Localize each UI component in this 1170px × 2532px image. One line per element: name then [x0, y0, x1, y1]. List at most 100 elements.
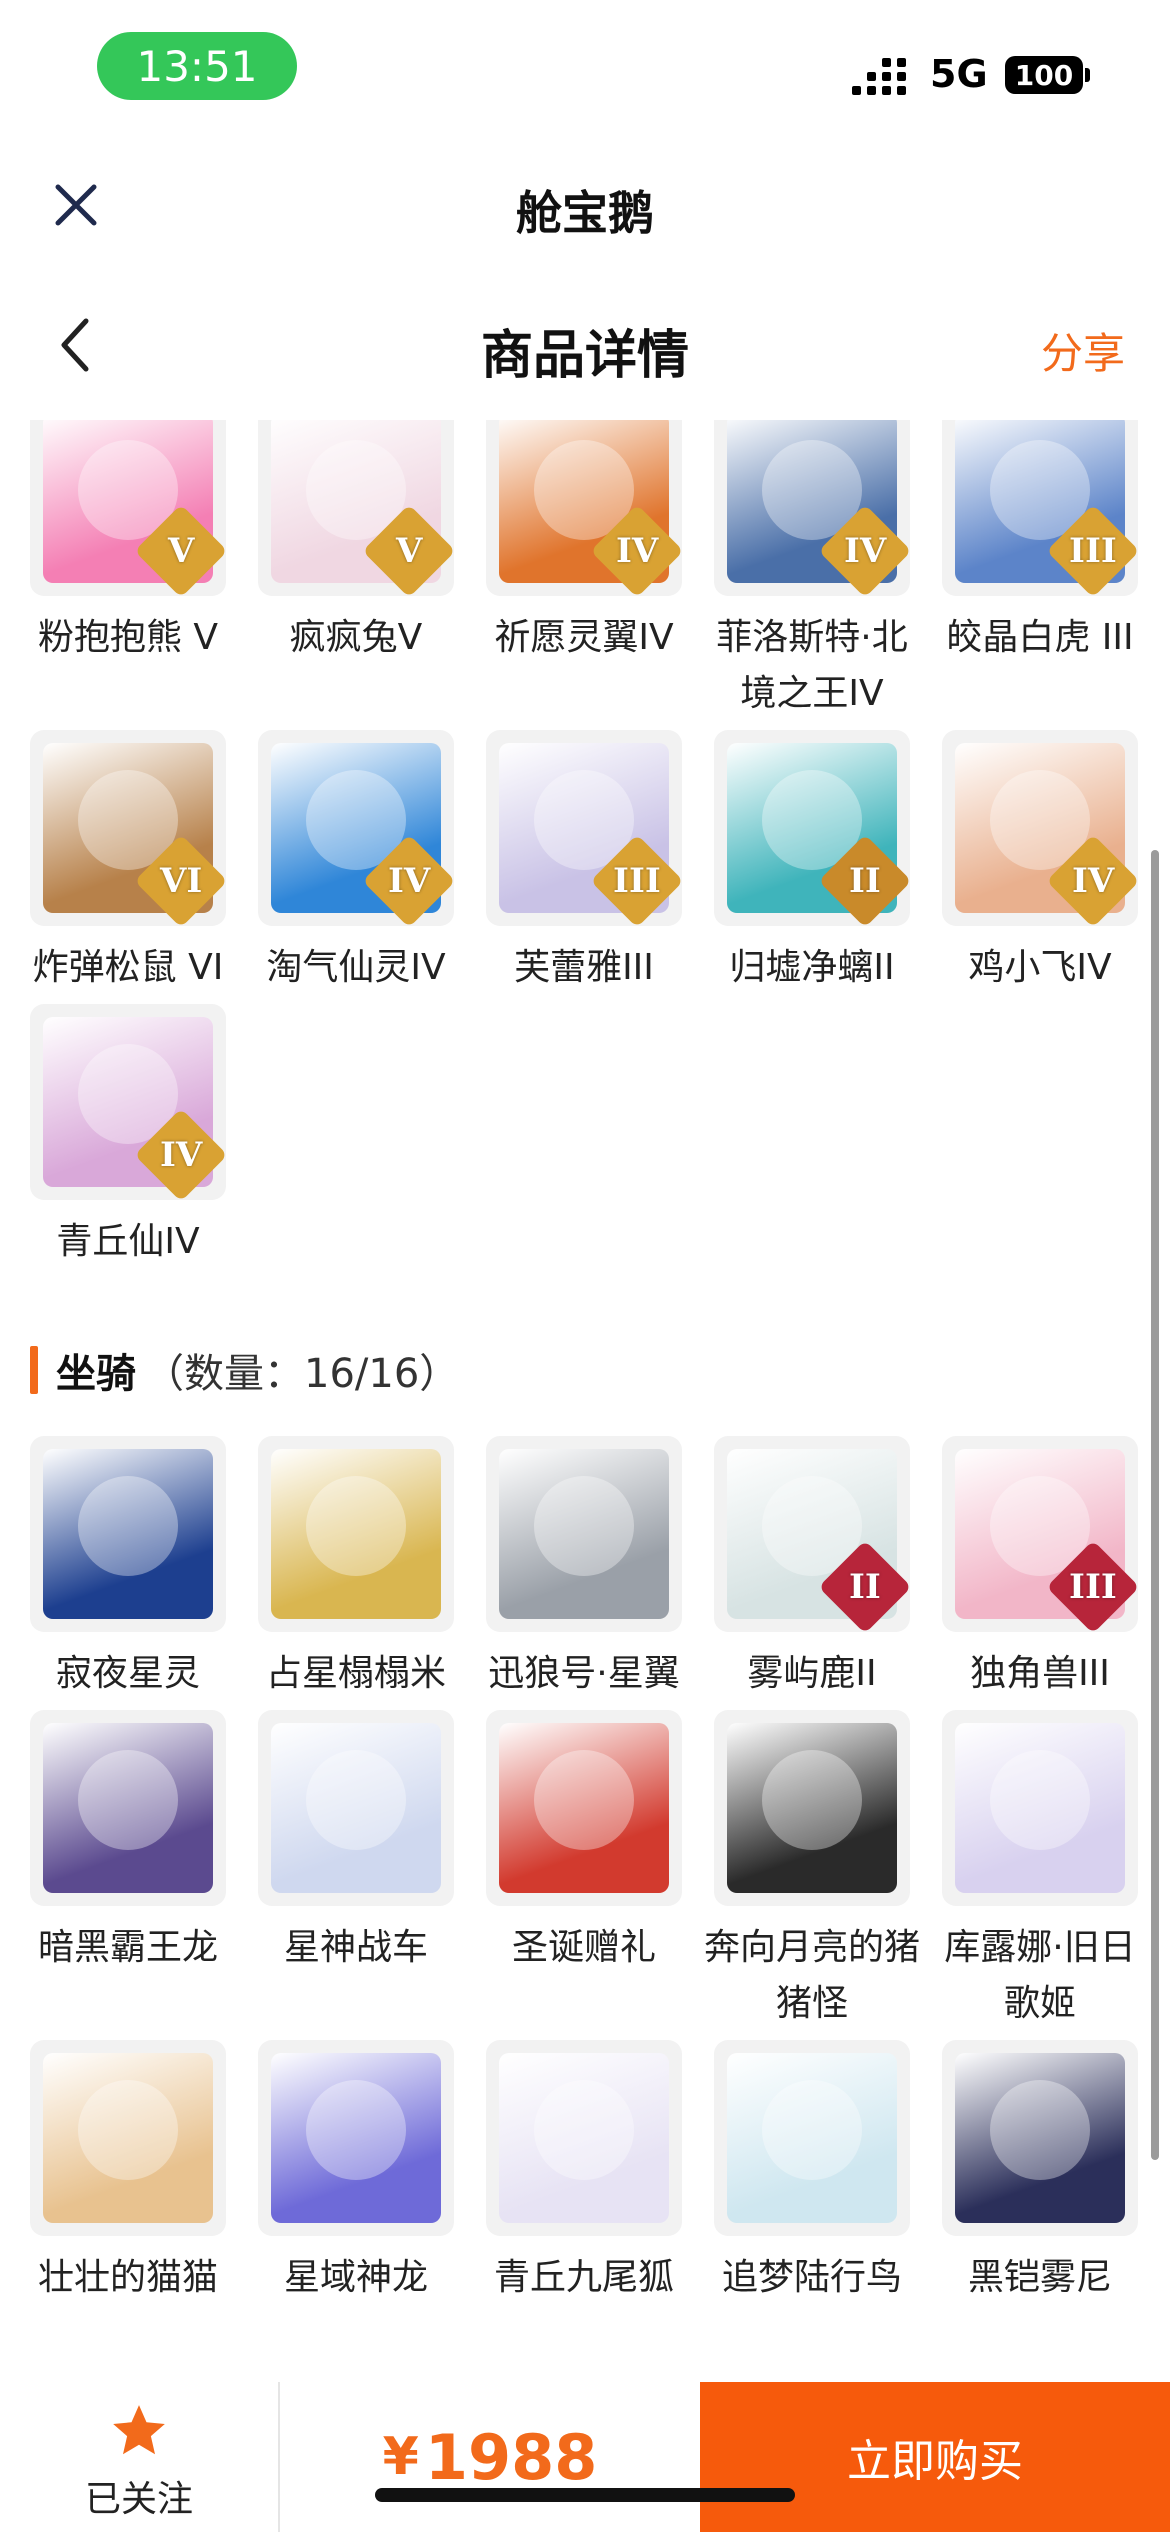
- section-accent-bar: [30, 1346, 38, 1394]
- mount-figure: [534, 1750, 634, 1850]
- mount-card[interactable]: 壮壮的猫猫: [30, 2040, 226, 2306]
- mount-figure: [78, 2080, 178, 2180]
- rank-badge-text: IV: [843, 530, 887, 571]
- mount-figure: [762, 1750, 862, 1850]
- mount-thumbnail: [30, 2040, 226, 2236]
- rank-badge-text: IV: [1071, 860, 1115, 901]
- mount-label: 青丘九尾狐: [493, 2257, 674, 2298]
- battery-icon: 100: [1005, 56, 1083, 94]
- mount-thumbnail: [942, 2040, 1138, 2236]
- pet-thumbnail: II: [714, 730, 910, 926]
- mount-thumbnail: III: [942, 1436, 1138, 1632]
- section-count: （数量：16/16）: [144, 1351, 460, 1397]
- mount-label: 雾屿鹿II: [747, 1653, 877, 1694]
- rank-badge-text: III: [1069, 531, 1117, 571]
- mount-card[interactable]: 暗黑霸王龙: [30, 1710, 226, 2032]
- pet-card[interactable]: IV 鸡小飞IV: [942, 730, 1138, 996]
- mount-card[interactable]: 黑铠雾尼: [942, 2040, 1138, 2306]
- pet-card[interactable]: VI 炸弹松鼠 VI: [30, 730, 226, 996]
- mount-card[interactable]: 青丘九尾狐: [486, 2040, 682, 2306]
- mount-figure: [534, 2080, 634, 2180]
- mount-card[interactable]: 占星榻榻米: [258, 1436, 454, 1702]
- mount-thumbnail: [486, 1436, 682, 1632]
- pet-card[interactable]: V 粉抱抱熊 V: [30, 420, 226, 722]
- pet-label: 归墟净螭II: [729, 947, 895, 988]
- pet-thumbnail: III: [486, 730, 682, 926]
- rank-badge-text: V: [395, 530, 423, 571]
- mount-card[interactable]: 圣诞赠礼: [486, 1710, 682, 2032]
- mount-figure: [306, 1750, 406, 1850]
- mount-figure: [762, 2080, 862, 2180]
- bottom-action-bar: 已关注 ¥ 1988 立即购买: [0, 2382, 1170, 2532]
- mount-figure: [990, 1750, 1090, 1850]
- mount-label: 独角兽III: [970, 1653, 1110, 1694]
- pet-thumbnail: V: [30, 420, 226, 596]
- pet-card[interactable]: IV 淘气仙灵IV: [258, 730, 454, 996]
- mount-card[interactable]: 追梦陆行鸟: [714, 2040, 910, 2306]
- status-time: 13:51: [97, 32, 297, 100]
- pet-thumbnail: IV: [486, 420, 682, 596]
- page-title: 商品详情: [480, 326, 689, 386]
- pet-card[interactable]: III 芙蕾雅III: [486, 730, 682, 996]
- price: ¥ 1988: [280, 2382, 700, 2532]
- mount-label: 星神战车: [283, 1927, 428, 1968]
- mount-label: 寂夜星灵: [55, 1653, 200, 1694]
- mount-card[interactable]: 寂夜星灵: [30, 1436, 226, 1702]
- pet-label: 炸弹松鼠 VI: [32, 947, 224, 988]
- mount-label: 追梦陆行鸟: [721, 2257, 902, 2298]
- pet-label: 菲洛斯特·北境之王IV: [716, 617, 908, 714]
- mount-thumbnail: [30, 1710, 226, 1906]
- star-icon: [113, 2405, 165, 2455]
- pet-card[interactable]: III 皎晶白虎 III: [942, 420, 1138, 722]
- rank-badge-text: VI: [159, 860, 203, 901]
- scrollbar[interactable]: [1151, 850, 1159, 2160]
- follow-label: 已关注: [84, 2479, 193, 2520]
- pet-thumbnail: IV: [714, 420, 910, 596]
- buy-now-button[interactable]: 立即购买: [700, 2382, 1170, 2532]
- mount-thumbnail: [30, 1436, 226, 1632]
- product-detail-content[interactable]: V 粉抱抱熊 V V 疯疯兔V IV 祈愿灵翼IV IV 菲洛斯特·北境之王IV III 皎晶白虎…: [0, 420, 1170, 2380]
- pet-card[interactable]: IV 菲洛斯特·北境之王IV: [714, 420, 910, 722]
- mount-thumbnail: [258, 1436, 454, 1632]
- mount-card[interactable]: 奔向月亮的猪猪怪: [704, 1710, 920, 2032]
- mount-card[interactable]: 星神战车: [258, 1710, 454, 2032]
- status-bar: 13:51 5G 100: [0, 0, 1170, 130]
- pet-label: 疯疯兔V: [289, 617, 423, 658]
- follow-button[interactable]: 已关注: [0, 2382, 278, 2532]
- pet-card[interactable]: V 疯疯兔V: [258, 420, 454, 722]
- pet-thumbnail: IV: [942, 730, 1138, 926]
- mount-card[interactable]: II 雾屿鹿II: [714, 1436, 910, 1702]
- mount-card[interactable]: 库露娜·旧日歌姬: [942, 1710, 1138, 2032]
- pet-thumbnail: IV: [30, 1004, 226, 1200]
- mount-label: 迅狼号·星翼: [488, 1653, 680, 1694]
- currency-symbol: ¥: [382, 2427, 419, 2487]
- mount-thumbnail: [258, 1710, 454, 1906]
- mount-figure: [534, 1476, 634, 1576]
- mount-figure: [306, 2080, 406, 2180]
- mount-card[interactable]: 星域神龙: [258, 2040, 454, 2306]
- mount-figure: [78, 1476, 178, 1576]
- mounts-section-header: 坐骑 （数量：16/16）: [30, 1340, 459, 1400]
- section-title: 坐骑: [56, 1351, 136, 1397]
- mount-thumbnail: [486, 1710, 682, 1906]
- pet-label: 鸡小飞IV: [968, 947, 1112, 988]
- rank-badge-text: IV: [159, 1134, 203, 1175]
- home-indicator: [375, 2488, 795, 2502]
- pet-thumbnail: IV: [258, 730, 454, 926]
- pet-card[interactable]: IV 青丘仙IV: [30, 1004, 226, 1270]
- network-type: 5G: [930, 52, 988, 96]
- pet-card[interactable]: IV 祈愿灵翼IV: [486, 420, 682, 722]
- mount-thumbnail: [258, 2040, 454, 2236]
- mount-thumbnail: [714, 2040, 910, 2236]
- share-button[interactable]: 分享: [1041, 320, 1125, 381]
- mount-figure: [306, 1476, 406, 1576]
- mount-card[interactable]: 迅狼号·星翼: [486, 1436, 682, 1702]
- mount-label: 星域神龙: [283, 2257, 428, 2298]
- pet-label: 皎晶白虎 III: [946, 617, 1134, 658]
- mount-figure: [990, 2080, 1090, 2180]
- rank-badge-text: IV: [615, 530, 659, 571]
- pet-card[interactable]: II 归墟净螭II: [714, 730, 910, 996]
- mount-label: 占星榻榻米: [265, 1653, 446, 1694]
- mount-label: 暗黑霸王龙: [37, 1927, 218, 1968]
- mount-card[interactable]: III 独角兽III: [942, 1436, 1138, 1702]
